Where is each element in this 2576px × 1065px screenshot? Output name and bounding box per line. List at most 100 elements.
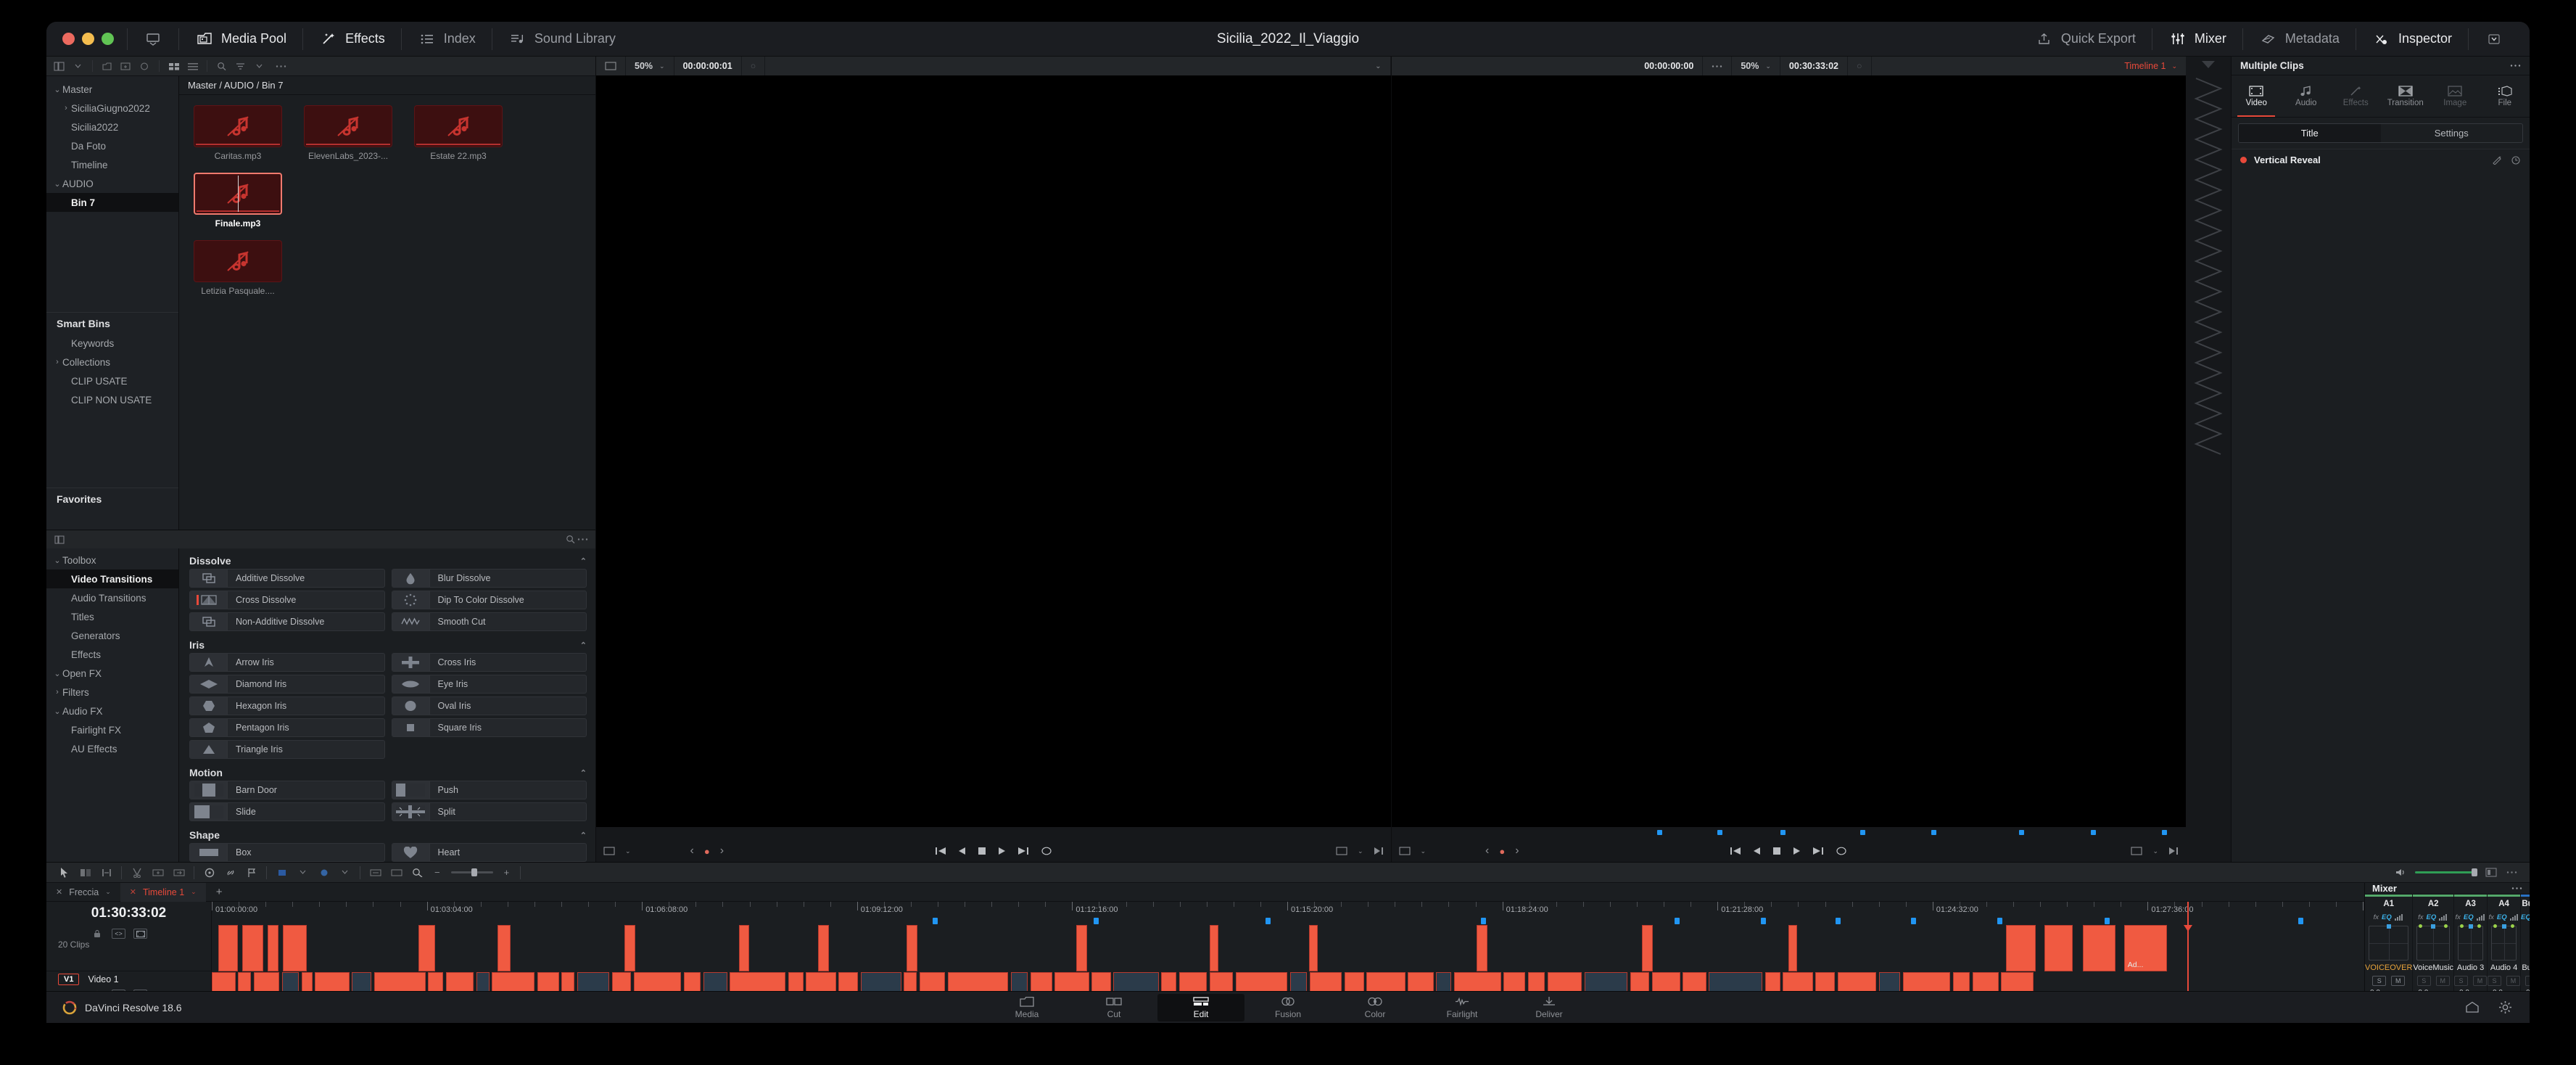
search-icon[interactable] <box>564 534 577 545</box>
link-clips-icon[interactable] <box>224 867 236 878</box>
source-scrubber[interactable] <box>596 827 1391 840</box>
viewer-mode-icon[interactable] <box>1398 847 1411 855</box>
media-clip[interactable]: Caritas.mp3 <box>194 105 282 161</box>
timeline-clip[interactable] <box>1630 972 1650 991</box>
solo-button[interactable]: S <box>2416 976 2431 986</box>
timeline-marker[interactable] <box>1717 830 1722 835</box>
timeline-filmstrip[interactable] <box>2186 57 2231 862</box>
tab-audio[interactable]: Audio <box>2282 75 2332 117</box>
maximize-window-button[interactable] <box>102 33 114 45</box>
timeline-clip-canvas[interactable]: Ad... Dj... Dj... Dj... Dj_G... Dj_6... Dj... W… <box>212 925 2364 991</box>
stop-button[interactable] <box>978 847 986 855</box>
timeline-clip[interactable] <box>301 972 313 991</box>
timeline-clip[interactable]: Dj_G... <box>577 972 610 991</box>
timeline-clip[interactable] <box>315 972 350 991</box>
ruler-playhead[interactable] <box>2187 902 2189 925</box>
strip-pan-pad[interactable] <box>2369 924 2409 961</box>
zoom-out-button[interactable]: − <box>434 867 440 878</box>
color-wheel-icon[interactable] <box>203 867 215 878</box>
page-cut[interactable]: Cut <box>1070 994 1157 1021</box>
timeline-clip[interactable] <box>1308 925 1318 971</box>
twisty-down-icon[interactable]: ⌄ <box>52 556 62 565</box>
timeline-start-timecode[interactable]: 00:00:00:00 <box>1635 57 1704 75</box>
zoom-slider[interactable] <box>450 868 493 876</box>
index-toggle[interactable]: Index <box>403 22 490 57</box>
timeline-name-selector[interactable]: Timeline 1 ⌄ <box>2115 57 2186 75</box>
timeline-clip[interactable] <box>492 972 535 991</box>
twisty-right-icon[interactable]: › <box>61 104 71 112</box>
fx-tree-video-transitions[interactable]: Video Transitions <box>46 569 178 588</box>
fx-tree-titles[interactable]: Titles <box>46 607 178 626</box>
fx-tree-effects[interactable]: Effects <box>46 645 178 664</box>
fx-non-additive-dissolve[interactable]: Non-Additive Dissolve <box>189 612 385 631</box>
bin-item-master[interactable]: ⌄ Master <box>46 80 178 99</box>
tab-effects[interactable]: Effects <box>2331 75 2381 117</box>
timeline-clip[interactable] <box>904 972 917 991</box>
timeline-tab-freccia[interactable]: ✕ Freccia ⌄ <box>46 883 120 902</box>
close-window-button[interactable] <box>62 33 75 45</box>
stop-button[interactable] <box>1772 847 1781 855</box>
mute-button[interactable]: M <box>2473 976 2488 986</box>
tab-file[interactable]: File <box>2480 75 2530 117</box>
bin-list-view-icon[interactable] <box>53 61 65 72</box>
mute-button[interactable]: M <box>2435 976 2450 986</box>
smart-bin-clip-usate[interactable]: CLIP USATE <box>46 371 178 390</box>
smart-bin-keywords[interactable]: Keywords <box>46 334 178 353</box>
sound-library-toggle[interactable]: Sound Library <box>494 22 630 57</box>
fx-group-header[interactable]: Iris ⌃ <box>189 639 587 651</box>
page-media[interactable]: Media <box>983 994 1070 1021</box>
jump-start-button[interactable] <box>1730 847 1741 855</box>
bin-item-audio[interactable]: ⌄ AUDIO <box>46 174 178 193</box>
timeline-marker[interactable] <box>2105 918 2110 924</box>
timeline-marker[interactable] <box>1094 918 1099 924</box>
timeline-clip[interactable] <box>738 925 750 971</box>
timeline-clip[interactable] <box>1091 972 1111 991</box>
timeline-clip[interactable] <box>212 972 236 991</box>
edit-preset-icon[interactable] <box>2492 155 2503 165</box>
timeline-clip[interactable]: Dj... <box>281 972 300 991</box>
timeline-marker[interactable] <box>2298 918 2304 924</box>
timeline-clip[interactable] <box>907 925 917 971</box>
timeline-marker[interactable] <box>1266 918 1271 924</box>
timeline-clip[interactable] <box>1815 972 1836 991</box>
bin-item-bin-7[interactable]: Bin 7 <box>46 193 178 212</box>
timeline-clip[interactable] <box>919 972 946 991</box>
timeline-clip[interactable] <box>242 925 264 971</box>
timeline-clip[interactable] <box>537 972 559 991</box>
enable-toggle[interactable] <box>2240 157 2247 163</box>
mixer-strip-bus1[interactable]: Bus1 EQ Bus 1 M 0.0 0 --- <box>2521 895 2530 1023</box>
fx-group-header[interactable]: Dissolve ⌃ <box>189 555 587 567</box>
marker-color-icon[interactable] <box>276 867 288 878</box>
fx-square-iris[interactable]: Square Iris <box>391 718 587 737</box>
timeline-clip[interactable] <box>1366 972 1405 991</box>
clone-icon[interactable] <box>139 61 151 72</box>
timeline-clip[interactable] <box>1210 925 1219 971</box>
zoom-full-icon[interactable] <box>411 867 424 878</box>
razor-tool-icon[interactable] <box>131 867 143 878</box>
timeline-clip[interactable] <box>1837 972 1877 991</box>
segment-settings[interactable]: Settings <box>2381 124 2523 142</box>
page-color[interactable]: Color <box>1332 994 1419 1021</box>
timeline-marker[interactable] <box>2162 830 2168 835</box>
strip-fx-row[interactable]: fx EQ <box>2413 911 2453 924</box>
strip-pan-pad[interactable] <box>2491 924 2517 961</box>
overwrite-clip-icon[interactable] <box>173 867 185 878</box>
timeline-clip[interactable] <box>1076 925 1088 971</box>
timeline-clip[interactable] <box>730 972 786 991</box>
fx-slide[interactable]: Slide <box>189 802 385 821</box>
twisty-down-icon[interactable]: ⌄ <box>52 85 62 94</box>
timeline-clip[interactable] <box>1209 972 1234 991</box>
play-button[interactable] <box>1793 847 1801 855</box>
flag-color-icon[interactable] <box>318 867 330 878</box>
timeline-clip[interactable] <box>624 925 636 971</box>
flag-icon[interactable] <box>245 867 257 878</box>
speaker-icon[interactable] <box>2394 867 2406 878</box>
fx-eye-iris[interactable]: Eye Iris <box>391 675 587 694</box>
twisty-right-icon[interactable]: › <box>52 358 62 366</box>
inspector-options-icon[interactable] <box>2510 64 2521 67</box>
twisty-right-icon[interactable]: › <box>52 688 62 696</box>
solo-button[interactable]: S <box>2454 976 2469 986</box>
timeline-playhead[interactable] <box>2184 925 2193 991</box>
search-icon[interactable] <box>215 61 228 72</box>
dynamic-trim-icon[interactable] <box>100 867 112 878</box>
